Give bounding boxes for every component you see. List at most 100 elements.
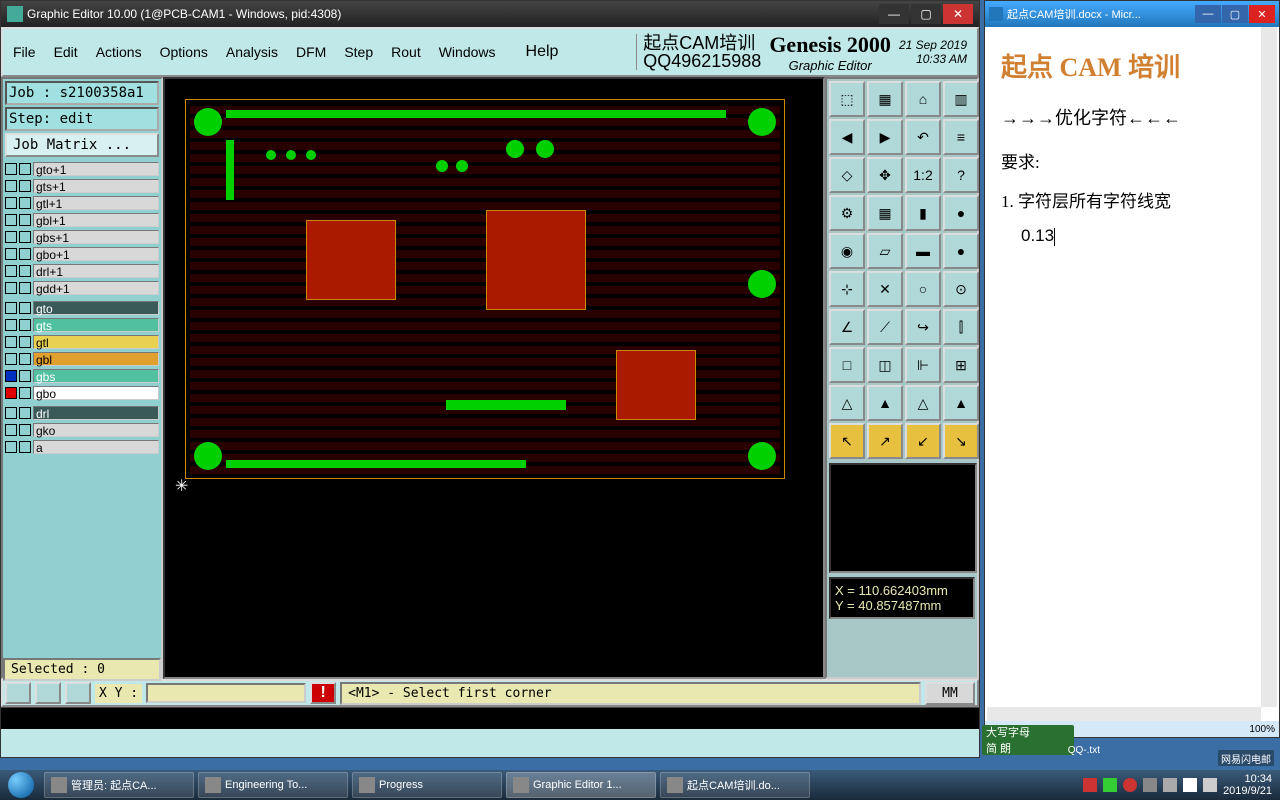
layer-checkbox[interactable] (5, 441, 17, 453)
taskbar-item[interactable]: Engineering To... (198, 772, 348, 798)
unit-button[interactable]: MM (925, 682, 975, 705)
tool-button[interactable]: ▶ (867, 119, 903, 155)
layer-checkbox[interactable] (5, 282, 17, 294)
tool-button[interactable]: ⟋ (867, 309, 903, 345)
tool-button[interactable]: ✥ (867, 157, 903, 193)
tool-button[interactable]: ⌂ (905, 81, 941, 117)
bottom-tool-1[interactable] (5, 682, 31, 704)
layer-name[interactable]: gbo+1 (33, 247, 159, 261)
layer-row[interactable]: gto+1 (5, 161, 159, 177)
layer-checkbox[interactable] (19, 319, 31, 331)
tool-button[interactable]: ∠ (829, 309, 865, 345)
tool-button[interactable]: ↶ (905, 119, 941, 155)
layer-checkbox[interactable] (5, 180, 17, 192)
tool-button[interactable]: ◀ (829, 119, 865, 155)
bottom-tool-3[interactable] (65, 682, 91, 704)
menu-edit[interactable]: Edit (54, 44, 78, 60)
tool-button[interactable]: ▲ (943, 385, 979, 421)
layer-row[interactable]: gbl (5, 351, 159, 367)
word-close[interactable]: ✕ (1249, 5, 1275, 23)
tool-button[interactable]: ↪ (905, 309, 941, 345)
layer-name[interactable]: drl (33, 406, 159, 420)
layer-name[interactable]: gts+1 (33, 179, 159, 193)
layer-checkbox[interactable] (19, 248, 31, 260)
layer-row[interactable]: gbo (5, 385, 159, 401)
layer-checkbox[interactable] (19, 302, 31, 314)
close-button[interactable]: ✕ (943, 4, 973, 24)
tool-button[interactable]: ▬ (905, 233, 941, 269)
genesis-titlebar[interactable]: Graphic Editor 10.00 (1@PCB-CAM1 - Windo… (1, 1, 979, 27)
layer-checkbox[interactable] (19, 407, 31, 419)
tool-button[interactable]: ◉ (829, 233, 865, 269)
layer-row[interactable]: gbo+1 (5, 246, 159, 262)
layer-name[interactable]: gto+1 (33, 162, 159, 176)
tool-button[interactable]: ⬚ (829, 81, 865, 117)
tray-icon[interactable] (1103, 778, 1117, 792)
menu-file[interactable]: File (13, 44, 36, 60)
tray-icon[interactable] (1083, 778, 1097, 792)
tool-button[interactable]: ↙ (905, 423, 941, 459)
layer-checkbox[interactable] (19, 387, 31, 399)
layer-checkbox[interactable] (19, 180, 31, 192)
layer-row[interactable]: drl+1 (5, 263, 159, 279)
menu-dfm[interactable]: DFM (296, 44, 326, 60)
word-document[interactable]: 起点 CAM 培训 →→→优化字符←←← 要求: 1. 字符层所有字符线宽 0.… (985, 27, 1279, 697)
layer-checkbox[interactable] (5, 387, 17, 399)
tool-button[interactable]: □ (829, 347, 865, 383)
layer-checkbox[interactable] (19, 370, 31, 382)
layer-row[interactable]: gts (5, 317, 159, 333)
tool-button[interactable]: ◫ (867, 347, 903, 383)
pcb-canvas[interactable]: ✳ (163, 77, 825, 679)
tool-button[interactable]: ▮ (905, 195, 941, 231)
layer-name[interactable]: gtl (33, 335, 159, 349)
tray-icon[interactable] (1123, 778, 1137, 792)
tool-button[interactable]: ◇ (829, 157, 865, 193)
command-bar[interactable] (1, 707, 979, 729)
layer-checkbox[interactable] (19, 282, 31, 294)
menu-options[interactable]: Options (160, 44, 208, 60)
tool-button[interactable]: 1:2 (905, 157, 941, 193)
tool-button[interactable]: ⚙ (829, 195, 865, 231)
clock[interactable]: 10:34 2019/9/21 (1223, 773, 1272, 797)
layer-name[interactable]: gdd+1 (33, 281, 159, 295)
tool-button[interactable]: ⊞ (943, 347, 979, 383)
layer-checkbox[interactable] (19, 265, 31, 277)
layer-checkbox[interactable] (19, 163, 31, 175)
menu-rout[interactable]: Rout (391, 44, 421, 60)
minimize-button[interactable]: — (879, 4, 909, 24)
layer-row[interactable]: drl (5, 405, 159, 421)
tool-button[interactable]: ▥ (943, 81, 979, 117)
layer-row[interactable]: gko (5, 422, 159, 438)
system-tray[interactable]: 10:34 2019/9/21 (1075, 773, 1280, 797)
word-titlebar[interactable]: 起点CAM培训.docx - Micr... — ▢ ✕ (985, 1, 1279, 27)
layer-name[interactable]: gbl (33, 352, 159, 366)
layer-checkbox[interactable] (5, 163, 17, 175)
maximize-button[interactable]: ▢ (911, 4, 941, 24)
taskbar-item[interactable]: Progress (352, 772, 502, 798)
layer-row[interactable]: gtl (5, 334, 159, 350)
layer-row[interactable]: gdd+1 (5, 280, 159, 296)
tool-button[interactable]: ▦ (867, 195, 903, 231)
menu-actions[interactable]: Actions (96, 44, 142, 60)
tool-button[interactable]: ⊙ (943, 271, 979, 307)
tray-icon[interactable] (1203, 778, 1217, 792)
layer-checkbox[interactable] (5, 336, 17, 348)
tool-button[interactable]: ≡ (943, 119, 979, 155)
layer-checkbox[interactable] (5, 407, 17, 419)
layer-row[interactable]: gto (5, 300, 159, 316)
tool-button[interactable]: ? (943, 157, 979, 193)
menu-step[interactable]: Step (344, 44, 373, 60)
layer-checkbox[interactable] (5, 302, 17, 314)
layer-name[interactable]: gto (33, 301, 159, 315)
start-button[interactable] (0, 770, 42, 800)
layer-name[interactable]: gbs+1 (33, 230, 159, 244)
tool-button[interactable]: ⊹ (829, 271, 865, 307)
menu-analysis[interactable]: Analysis (226, 44, 278, 60)
layer-checkbox[interactable] (19, 197, 31, 209)
layer-checkbox[interactable] (19, 353, 31, 365)
layer-checkbox[interactable] (19, 336, 31, 348)
tool-button[interactable]: ⫿ (943, 309, 979, 345)
tool-button[interactable]: ✕ (867, 271, 903, 307)
tool-button[interactable]: ○ (905, 271, 941, 307)
mini-view[interactable] (829, 463, 977, 573)
